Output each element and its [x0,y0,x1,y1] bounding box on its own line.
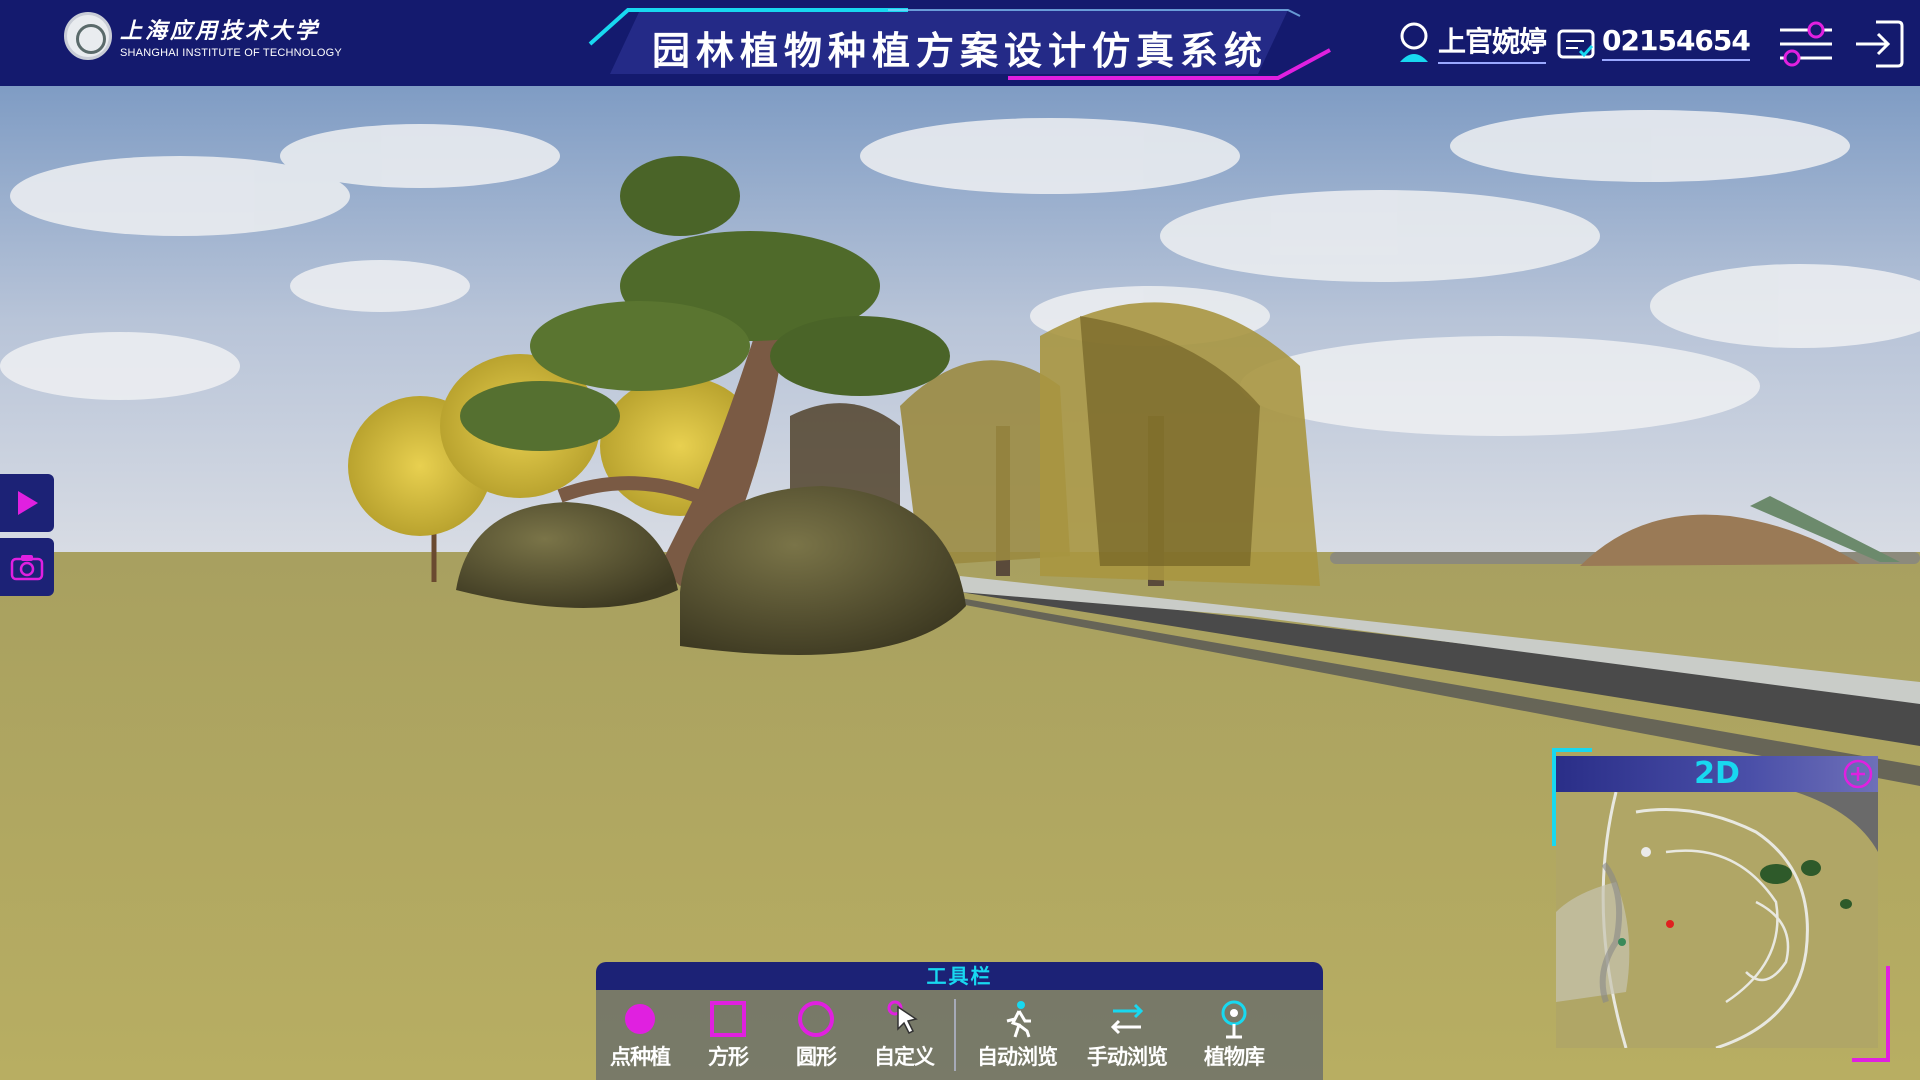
tool-plant-library[interactable]: 植物库 [1182,999,1286,1071]
camera-icon [10,555,44,581]
user-id: 02154654 [1602,24,1751,61]
minimap-mode-toggle[interactable]: 2D [1556,756,1878,792]
filled-circle-icon [625,1004,655,1034]
toolbar-title: 工具栏 [596,962,1323,990]
app-title: 园林植物种植方案设计仿真系统 [651,29,1268,73]
settings-sliders-icon[interactable] [1776,18,1836,68]
school-name-cn: 上海应用技术大学 [120,18,321,44]
university-logo: 上海应用技术大学 SHANGHAI INSTITUTE OF TECHNOLOG… [64,12,342,60]
walking-person-icon [1006,1001,1031,1038]
toolbar: 工具栏 点种植 方形 圆形 自定义 自动浏览 手动浏览 植物库 [596,962,1323,1080]
minimap-header: 2D [1556,756,1878,792]
university-emblem-icon [64,12,112,60]
tool-point-plant[interactable]: 点种植 [596,999,684,1071]
logout-icon[interactable] [1852,18,1906,70]
screenshot-button[interactable] [0,538,54,596]
id-card-icon [1557,29,1595,59]
swap-arrows-icon [1110,1003,1144,1035]
tool-square[interactable]: 方形 [684,999,772,1071]
plant-library-icon [1221,1000,1247,1039]
tool-custom[interactable]: 自定义 [860,999,948,1071]
app-title-banner: 园林植物种植方案设计仿真系统 [588,6,1332,82]
user-avatar-icon [1400,22,1428,62]
zoom-plus-icon[interactable] [1842,758,1874,790]
minimap: 2D [1552,666,1890,1066]
play-icon [18,491,38,515]
minimap-view[interactable] [1556,792,1878,1048]
square-outline-icon [710,1001,746,1037]
user-name-item[interactable]: 上官婉婷 [1396,20,1547,64]
user-name: 上官婉婷 [1438,20,1547,64]
play-button[interactable] [0,474,54,532]
school-name-en: SHANGHAI INSTITUTE OF TECHNOLOGY [120,47,342,59]
tool-auto-browse[interactable]: 自动浏览 [962,999,1072,1071]
tool-circle[interactable]: 圆形 [772,999,860,1071]
cursor-custom-icon [887,1000,918,1035]
user-info: 上官婉婷 02154654 [1396,20,1751,64]
tool-manual-browse[interactable]: 手动浏览 [1072,999,1182,1071]
user-id-item[interactable]: 02154654 [1556,23,1751,61]
top-header: 上海应用技术大学 SHANGHAI INSTITUTE OF TECHNOLOG… [0,0,1920,86]
circle-outline-icon [798,1001,834,1037]
toolbar-divider [954,999,956,1071]
